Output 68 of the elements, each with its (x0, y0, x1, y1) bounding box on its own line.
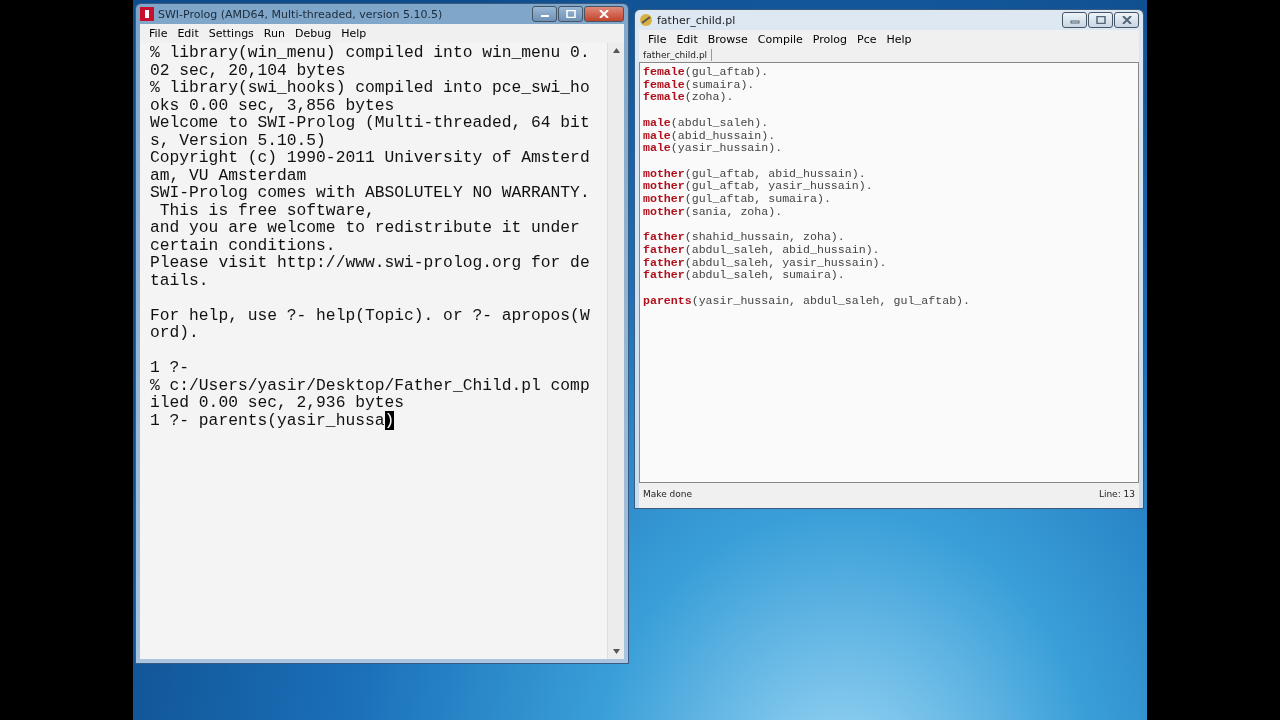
menu-item[interactable]: Pce (852, 32, 882, 47)
menu-item[interactable]: Compile (752, 32, 808, 47)
menu-item[interactable]: File (643, 32, 672, 47)
console-line: iled 0.00 sec, 2,936 bytes (150, 394, 405, 412)
code-line: mother(gul_aftab, sumaira). (643, 193, 831, 206)
menu-item[interactable]: Prolog (807, 32, 853, 47)
menu-item[interactable]: Help (881, 32, 917, 47)
status-message: Make done (643, 489, 693, 499)
console-line: and you are welcome to redistribute it under (150, 219, 580, 237)
close-button[interactable] (1114, 12, 1139, 28)
console-line: 02 sec, 20,104 bytes (150, 61, 346, 79)
console-line: ord). (150, 324, 199, 342)
menu-item[interactable]: Help (336, 26, 372, 41)
menu-item[interactable]: File (144, 26, 173, 41)
minimize-button[interactable] (1062, 12, 1087, 28)
console-line: SWI-Prolog comes with ABSOLUTELY NO WARRANTY. (150, 184, 590, 202)
scrollbar[interactable] (607, 43, 624, 659)
menu-item[interactable]: Run (258, 26, 290, 41)
console-line: % library(swi_hooks) compiled into pce_swi_ho (150, 79, 590, 97)
code-line: male(yasir_hussain). (643, 142, 783, 155)
console-line: For help, use ?- help(Topic). or ?- apropos(W (150, 306, 590, 324)
window-title: SWI-Prolog (AMD64, Multi-threaded, version 5.10.5) (158, 7, 444, 21)
menu-item[interactable]: Edit (172, 26, 204, 41)
close-icon (1121, 16, 1132, 24)
code-line: female(gul_aftab). (643, 66, 769, 79)
maximize-button[interactable] (1088, 12, 1113, 28)
console-line: Welcome to SWI-Prolog (Multi-threaded, 64 bit (150, 114, 590, 132)
console-line: am, VU Amsterdam (150, 166, 307, 184)
app-icon (140, 7, 154, 21)
code-line: female(zoha). (643, 91, 734, 105)
code-line: male(abid_hussain). (643, 129, 776, 143)
close-button[interactable] (584, 6, 624, 22)
console-line: oks 0.00 sec, 3,856 bytes (150, 96, 395, 114)
console-input-line[interactable]: 1 ?- parents(yasir_hussa) (150, 411, 395, 429)
code-line: mother(gul_aftab, yasir_hussain). (643, 180, 873, 193)
close-icon (599, 10, 609, 18)
menu-item[interactable]: Debug (289, 26, 337, 41)
file-tab[interactable]: father_child.pl (639, 49, 713, 61)
console-line: 1 ?- (150, 359, 190, 377)
line-indicator: Line: 13 (1098, 489, 1135, 499)
console-line: % library(win_menu) compiled into win_menu 0. (150, 44, 590, 62)
minimize-button[interactable] (532, 6, 557, 22)
code-line: mother(gul_aftab, abid_hussain). (643, 167, 866, 181)
window-title: father_child.pl (657, 13, 737, 27)
scroll-down-icon[interactable] (612, 649, 620, 654)
code-line: mother(sania, zoha). (643, 205, 783, 219)
console-line: certain conditions. (150, 236, 336, 254)
console-line: Please visit http://www.swi-prolog.org for de (150, 254, 590, 272)
code-line: parents(yasir_hussain, abdul_saleh, gul_aftab). (643, 294, 970, 308)
code-line: female(sumaira). (643, 78, 755, 92)
console-line: This is free software, (158, 201, 375, 219)
console-line: tails. (150, 271, 209, 289)
maximize-icon (565, 10, 576, 18)
console-line: s, Version 5.10.5) (150, 131, 326, 149)
console-line: % c:/Users/yasir/Desktop/Father_Child.pl comp (150, 376, 590, 394)
menu-item[interactable]: Browse (702, 32, 753, 47)
menu-item[interactable]: Settings (203, 26, 259, 41)
console-line: Copyright (c) 1990-2011 University of Amsterd (150, 149, 590, 167)
code-line: father(abdul_saleh, abid_hussain). (643, 243, 880, 257)
code-line: father(shahid_hussain, zoha). (643, 231, 845, 244)
scroll-up-icon[interactable] (612, 48, 620, 53)
menu-item[interactable]: Edit (671, 32, 703, 47)
code-line: father(abdul_saleh, sumaira). (643, 269, 845, 282)
maximize-button[interactable] (558, 6, 583, 22)
code-line: father(abdul_saleh, yasir_hussain). (643, 256, 887, 270)
app-icon (639, 13, 653, 27)
code-line: male(abdul_saleh). (643, 116, 769, 130)
maximize-icon (1095, 16, 1106, 24)
